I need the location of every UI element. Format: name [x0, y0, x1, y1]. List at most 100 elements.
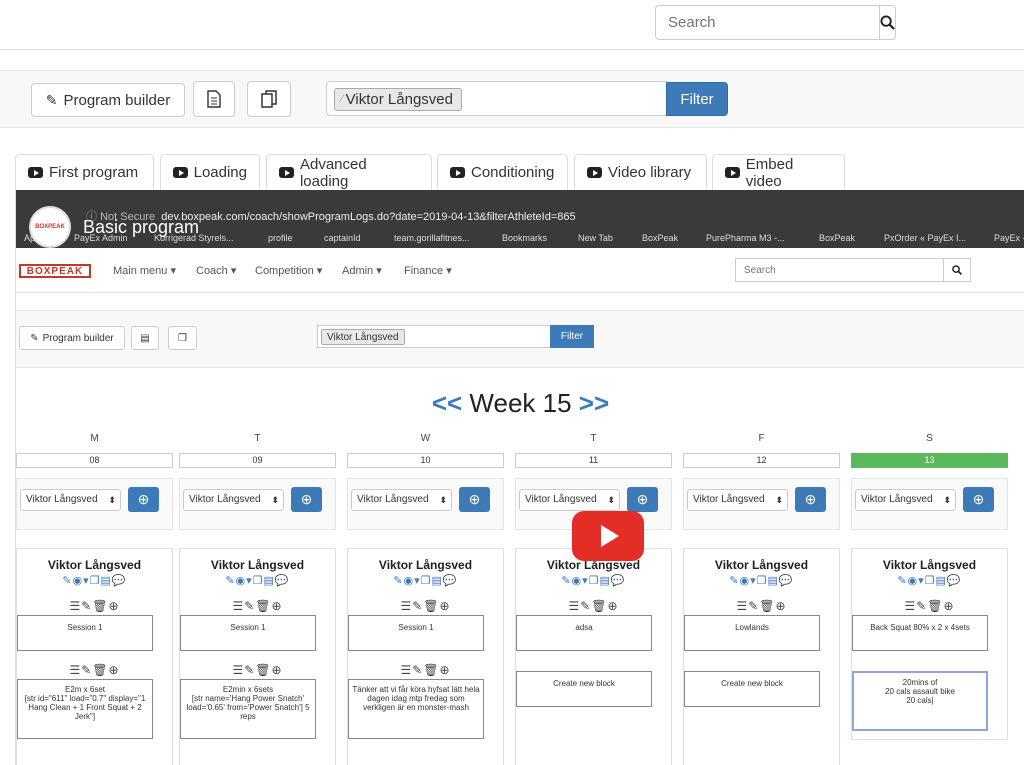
create-block: Create new block — [684, 671, 820, 707]
day-number: 12 — [683, 453, 840, 468]
bookmark: PxOrder « PayEx I... — [884, 233, 967, 243]
add-icon: ⊕ — [291, 487, 322, 512]
tab-first-program[interactable]: First program — [15, 154, 154, 190]
block-action-icons: ☰✎🗑⊕ — [232, 599, 283, 613]
block-action-icons: ☰✎🗑⊕ — [232, 663, 283, 677]
card-athlete-name: Viktor Långsved — [47, 558, 142, 572]
tab-embed-video[interactable]: Embed video — [712, 154, 845, 190]
tab-conditioning[interactable]: Conditioning — [437, 154, 568, 190]
bookmark: BoxPeak — [642, 233, 679, 243]
nav-coach: Coach ▾ — [196, 265, 237, 277]
athlete-select-row: Viktor Långsved ⊕ — [683, 478, 840, 530]
card-action-icons: ✎◉▾❐▤💬 — [561, 575, 626, 587]
bookmark: captainId — [324, 233, 361, 243]
channel-logo[interactable]: BOXPEAK — [29, 206, 71, 248]
card-action-icons: ✎◉▾❐▤💬 — [62, 575, 127, 587]
pencil-icon: ✎ — [30, 332, 39, 344]
athlete-select-row: Viktor Långsved ⊕ — [347, 478, 504, 530]
bookmark: BoxPeak — [819, 233, 856, 243]
app-program-builder-button: ✎ Program builder — [19, 326, 125, 350]
card-action-icons: ✎◉▾❐▤💬 — [729, 575, 794, 587]
day-number-today: 13 — [851, 453, 1008, 468]
bookmark: Bookmarks — [502, 233, 548, 243]
nav-main-menu: Main menu ▾ — [113, 265, 176, 277]
day-column: F 12 Viktor Långsved ⊕ Viktor Långsved ✎◉… — [683, 433, 840, 765]
athlete-chip[interactable]: ⁄ Viktor Långsved — [334, 88, 462, 111]
card-athlete-name: Viktor Långsved — [378, 558, 473, 572]
week-label: Week 15 — [469, 388, 572, 418]
day-card: Viktor Långsved ✎◉▾❐▤💬 ☰✎🗑⊕ Back Squat 8… — [851, 548, 1008, 740]
document-icon: ▤ — [140, 332, 150, 344]
add-icon: ⊕ — [795, 487, 826, 512]
add-icon: ⊕ — [128, 487, 159, 512]
nav-finance: Finance ▾ — [404, 265, 452, 277]
day-letter: M — [90, 433, 99, 444]
youtube-icon — [173, 167, 188, 178]
search-group — [655, 5, 896, 40]
athlete-filter-field[interactable]: ⁄ Viktor Långsved — [326, 81, 667, 116]
app-search-button — [943, 258, 971, 282]
tab-advanced-loading[interactable]: Advanced loading — [266, 154, 432, 190]
bookmark: New Tab — [578, 233, 613, 243]
youtube-icon — [725, 167, 740, 178]
search-icon — [880, 15, 895, 30]
day-card: Viktor Långsved ✎◉▾❐▤💬 ☰✎🗑⊕ Session 1 ☰✎… — [179, 548, 336, 765]
session-block: adsa — [516, 615, 652, 651]
card-action-icons: ✎◉▾❐▤💬 — [393, 575, 458, 587]
tab-loading[interactable]: Loading — [160, 154, 260, 190]
nav-competition: Competition ▾ — [255, 265, 323, 277]
bookmark: PurePharma M3 -... — [706, 233, 785, 243]
app-search-input — [735, 258, 943, 282]
video-title[interactable]: Basic program — [83, 217, 199, 238]
athlete-select-row: Viktor Långsved ⊕ — [179, 478, 336, 530]
athlete-select: Viktor Långsved — [351, 489, 452, 511]
filter-button[interactable]: Filter — [666, 82, 728, 116]
block-action-icons: ☰✎🗑⊕ — [568, 599, 619, 613]
pencil-icon: ✎ — [45, 91, 58, 108]
youtube-icon — [279, 167, 294, 178]
copy-icon: ❐ — [178, 332, 187, 344]
block-action-icons: ☰✎🗑⊕ — [400, 663, 451, 677]
tab-video-library[interactable]: Video library — [574, 154, 707, 190]
session-block: Session 1 — [17, 615, 153, 651]
copy-icon — [261, 90, 277, 108]
brand-logo: BOXPEAK — [19, 264, 91, 278]
block-action-icons: ☰✎🗑⊕ — [400, 599, 451, 613]
document-button[interactable] — [193, 81, 235, 117]
app-copy-button: ❐ — [168, 326, 197, 350]
add-icon: ⊕ — [963, 487, 994, 512]
block-action-icons: ☰✎🗑⊕ — [904, 599, 955, 613]
day-card: Viktor Långsved ✎◉▾❐▤💬 ☰✎🗑⊕ Session 1 ☰✎… — [347, 548, 504, 765]
session-block: E2m x 6set [str id="611" load="0.7" disp… — [17, 679, 153, 739]
session-block: E2min x 6sets [str name='Hang Power Snat… — [180, 679, 316, 739]
day-letter: W — [420, 433, 431, 444]
day-letter: T — [590, 433, 597, 444]
session-block: Tänker att vi får köra hyfsat lätt hela … — [348, 679, 484, 739]
play-button[interactable] — [572, 511, 644, 561]
search-button[interactable] — [879, 5, 896, 40]
day-letter: F — [758, 433, 765, 444]
athlete-select-row: Viktor Långsved ⊕ — [16, 478, 173, 530]
day-column: S 13 Viktor Långsved ⊕ Viktor Långsved ✎◉… — [851, 433, 1008, 740]
add-icon: ⊕ — [459, 487, 490, 512]
athlete-select: Viktor Långsved — [687, 489, 788, 511]
youtube-icon — [450, 167, 465, 178]
day-number: 10 — [347, 453, 504, 468]
day-column: W 10 Viktor Långsved ⊕ Viktor Långsved ✎◉… — [347, 433, 504, 765]
bookmark: profile — [268, 233, 293, 243]
video-player[interactable]: ⓘ Not Secure dev.boxpeak.com/coach/showP… — [15, 190, 1024, 765]
app-athlete-chip: Viktor Långsved — [321, 329, 405, 345]
youtube-icon — [28, 167, 43, 178]
remove-chip-icon[interactable]: ⁄ — [341, 94, 343, 105]
program-builder-button[interactable]: ✎ Program builder — [31, 83, 185, 117]
athlete-select: Viktor Långsved — [183, 489, 284, 511]
app-nav: BOXPEAK Main menu ▾ Coach ▾ Competition … — [16, 248, 1024, 293]
day-card: Viktor Långsved ✎◉▾❐▤💬 ☰✎🗑⊕ adsa Create … — [515, 548, 672, 765]
app-athlete-field: Viktor Långsved — [317, 325, 551, 348]
search-input[interactable] — [655, 5, 879, 40]
bookmark: PayEx - — [994, 233, 1024, 243]
session-block: Session 1 — [180, 615, 316, 651]
day-card: Viktor Långsved ✎◉▾❐▤💬 ☰✎🗑⊕ Session 1 ☰✎… — [16, 548, 173, 765]
copy-button[interactable] — [247, 81, 291, 117]
top-bar — [0, 0, 1024, 50]
